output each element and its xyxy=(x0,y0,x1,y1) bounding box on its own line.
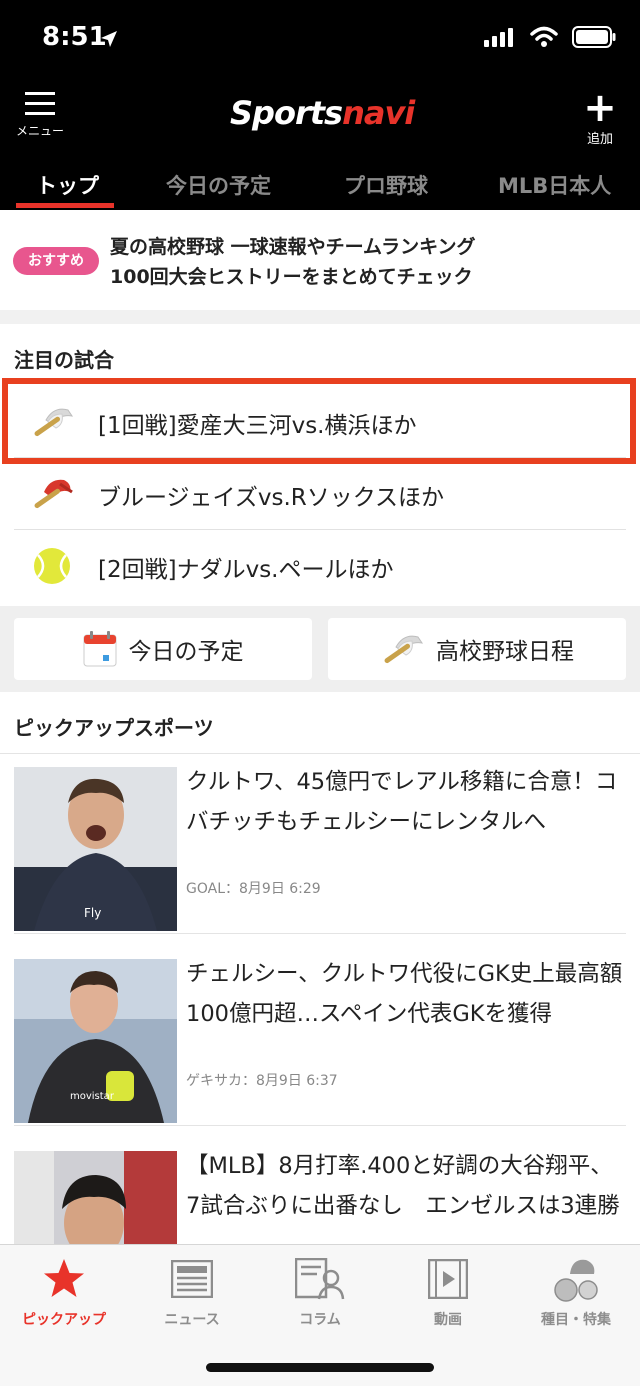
pickup-header: ピックアップスポーツ xyxy=(0,692,640,754)
calendar-icon xyxy=(83,631,116,667)
active-tab-indicator xyxy=(16,203,114,208)
promo-text: 夏の高校野球 一球速報やチームランキング 100回大会ヒストリーをまとめてチェッ… xyxy=(110,232,476,292)
tabbar-item-video[interactable]: 動画 xyxy=(384,1255,512,1329)
tabbar-label: ピックアップ xyxy=(22,1312,106,1328)
wifi-icon xyxy=(530,26,558,47)
pickup-sports-section: ピックアップスポーツ Fly クルトワ、45億円でレアル移籍に合意！コバチッチも… xyxy=(0,692,640,1252)
app-header: メニュー Sportsnavi + 追加 トップ 今日の予定 プロ野球 MLB日… xyxy=(0,80,640,210)
news-thumbnail: Fly xyxy=(14,767,177,931)
news-item[interactable]: Fly クルトワ、45億円でレアル移籍に合意！コバチッチもチェルシーにレンタルへ… xyxy=(14,754,626,934)
column-icon xyxy=(295,1258,345,1300)
promo-line-1: 夏の高校野球 一球速報やチームランキング xyxy=(110,236,476,258)
featured-games-section: 注目の試合 [1回戦]愛産大三河vs.横浜ほか ブルージェイズvs.Rソックスほ… xyxy=(0,324,640,606)
plus-icon: + xyxy=(583,85,617,131)
promo-banner[interactable]: おすすめ 夏の高校野球 一球速報やチームランキング 100回大会ヒストリーをまと… xyxy=(0,210,640,310)
tab-mlb-japanese[interactable]: MLB日本人 xyxy=(498,170,611,200)
news-thumbnail xyxy=(14,1151,177,1252)
pickup-title: ピックアップスポーツ xyxy=(14,716,214,740)
mlb-baseball-icon xyxy=(34,479,73,509)
location-arrow-icon xyxy=(101,31,117,47)
video-icon xyxy=(428,1259,468,1299)
tabbar-item-column[interactable]: コラム xyxy=(256,1255,384,1329)
tabbar-item-news[interactable]: ニュース xyxy=(128,1255,256,1329)
recommend-badge: おすすめ xyxy=(13,247,99,275)
high-school-schedule-label: 高校野球日程 xyxy=(436,639,574,665)
today-schedule-label: 今日の予定 xyxy=(128,639,244,665)
menu-label: メニュー xyxy=(15,124,64,138)
news-meta: ゲキサカ：8月9日 6:37 xyxy=(186,1073,338,1089)
cellular-signal-icon xyxy=(484,28,513,47)
status-time: 8:51 xyxy=(42,22,107,52)
news-headline: 【MLB】8月打率.400と好調の大谷翔平、7試合ぶりに出番なし エンゼルスは3… xyxy=(186,1153,620,1219)
news-headline: チェルシー、クルトワ代役にGK史上最高額100億円超…スペイン代表GKを獲得 xyxy=(186,961,623,1027)
tabbar-label: コラム xyxy=(299,1312,341,1328)
game-row[interactable]: [2回戦]ナダルvs.ペールほか xyxy=(14,530,626,602)
tabbar-label: 動画 xyxy=(434,1312,462,1328)
game-text: ブルージェイズvs.Rソックスほか xyxy=(98,485,445,511)
game-text: [2回戦]ナダルvs.ペールほか xyxy=(98,557,394,583)
tab-today-schedule[interactable]: 今日の予定 xyxy=(166,170,271,200)
tennis-ball-icon xyxy=(34,548,70,584)
news-item[interactable]: movistar チェルシー、クルトワ代役にGK史上最高額100億円超…スペイン… xyxy=(14,946,626,1126)
svg-text:Fly: Fly xyxy=(84,906,101,920)
hamburger-icon xyxy=(12,92,68,115)
tabbar-label: 種目・特集 xyxy=(541,1312,611,1328)
newspaper-icon xyxy=(171,1260,213,1298)
quick-buttons: 今日の予定 高校野球日程 xyxy=(0,606,640,692)
tab-pro-baseball[interactable]: プロ野球 xyxy=(344,170,428,200)
status-indicators xyxy=(484,26,616,48)
sports-category-icon xyxy=(554,1259,598,1302)
news-thumbnail: movistar xyxy=(14,959,177,1123)
star-icon xyxy=(44,1259,84,1297)
tabbar-item-pickup[interactable]: ピックアップ xyxy=(0,1255,128,1329)
battery-icon xyxy=(572,26,616,48)
today-schedule-button[interactable]: 今日の予定 xyxy=(14,618,312,680)
tabbar-item-categories[interactable]: 種目・特集 xyxy=(512,1255,640,1329)
featured-games-title: 注目の試合 xyxy=(14,348,114,372)
app-logo: Sportsnavi xyxy=(230,94,415,132)
svg-text:movistar: movistar xyxy=(70,1091,115,1102)
home-indicator xyxy=(206,1363,434,1372)
menu-button[interactable]: メニュー xyxy=(12,92,68,139)
bottom-tab-bar: ピックアップ ニュース コラム 動画 種目・特集 xyxy=(0,1244,640,1386)
add-button[interactable]: + 追加 xyxy=(580,85,620,147)
news-item[interactable]: 【MLB】8月打率.400と好調の大谷翔平、7試合ぶりに出番なし エンゼルスは3… xyxy=(14,1138,626,1252)
promo-line-2: 100回大会ヒストリーをまとめてチェック xyxy=(110,266,473,288)
highlight-frame xyxy=(2,378,636,464)
high-school-schedule-button[interactable]: 高校野球日程 xyxy=(328,618,626,680)
news-headline: クルトワ、45億円でレアル移籍に合意！コバチッチもチェルシーにレンタルへ xyxy=(186,769,618,835)
game-row[interactable]: ブルージェイズvs.Rソックスほか xyxy=(14,458,626,530)
tab-top[interactable]: トップ xyxy=(36,170,99,200)
news-meta: GOAL：8月9日 6:29 xyxy=(186,881,321,897)
tabbar-label: ニュース xyxy=(164,1312,220,1328)
status-bar: 8:51 xyxy=(0,0,640,80)
high-school-baseball-icon xyxy=(384,635,424,664)
